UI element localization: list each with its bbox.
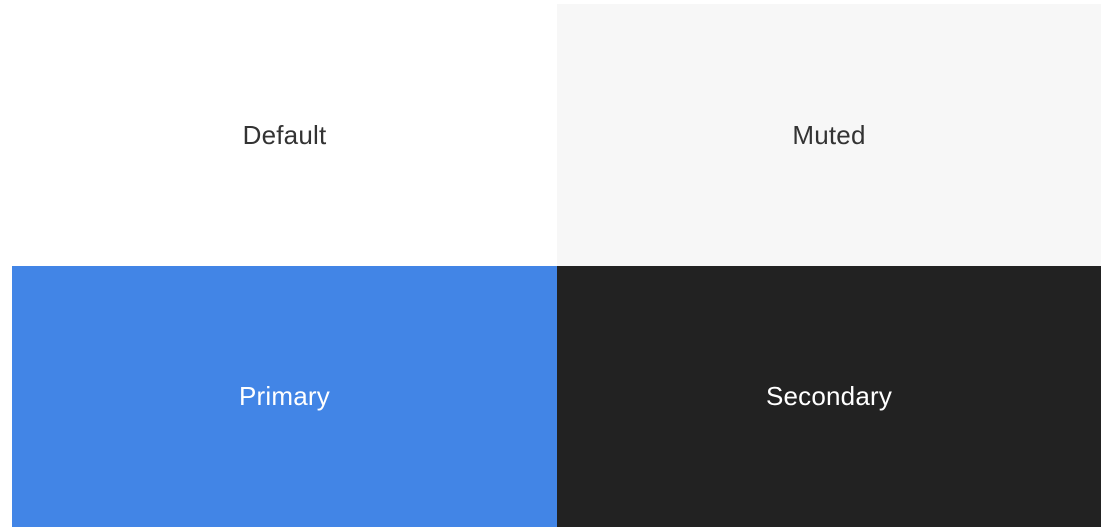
tile-muted: Muted: [557, 4, 1101, 266]
tile-secondary: Secondary: [557, 266, 1101, 527]
tile-default: Default: [12, 4, 557, 266]
section-style-grid: Default Muted Primary Secondary: [0, 0, 1101, 527]
tile-secondary-label: Secondary: [765, 381, 893, 411]
tile-muted-label: Muted: [792, 119, 866, 150]
tile-primary-label: Primary: [239, 381, 330, 411]
tile-default-label: Default: [242, 119, 327, 150]
tile-primary: Primary: [12, 266, 557, 527]
